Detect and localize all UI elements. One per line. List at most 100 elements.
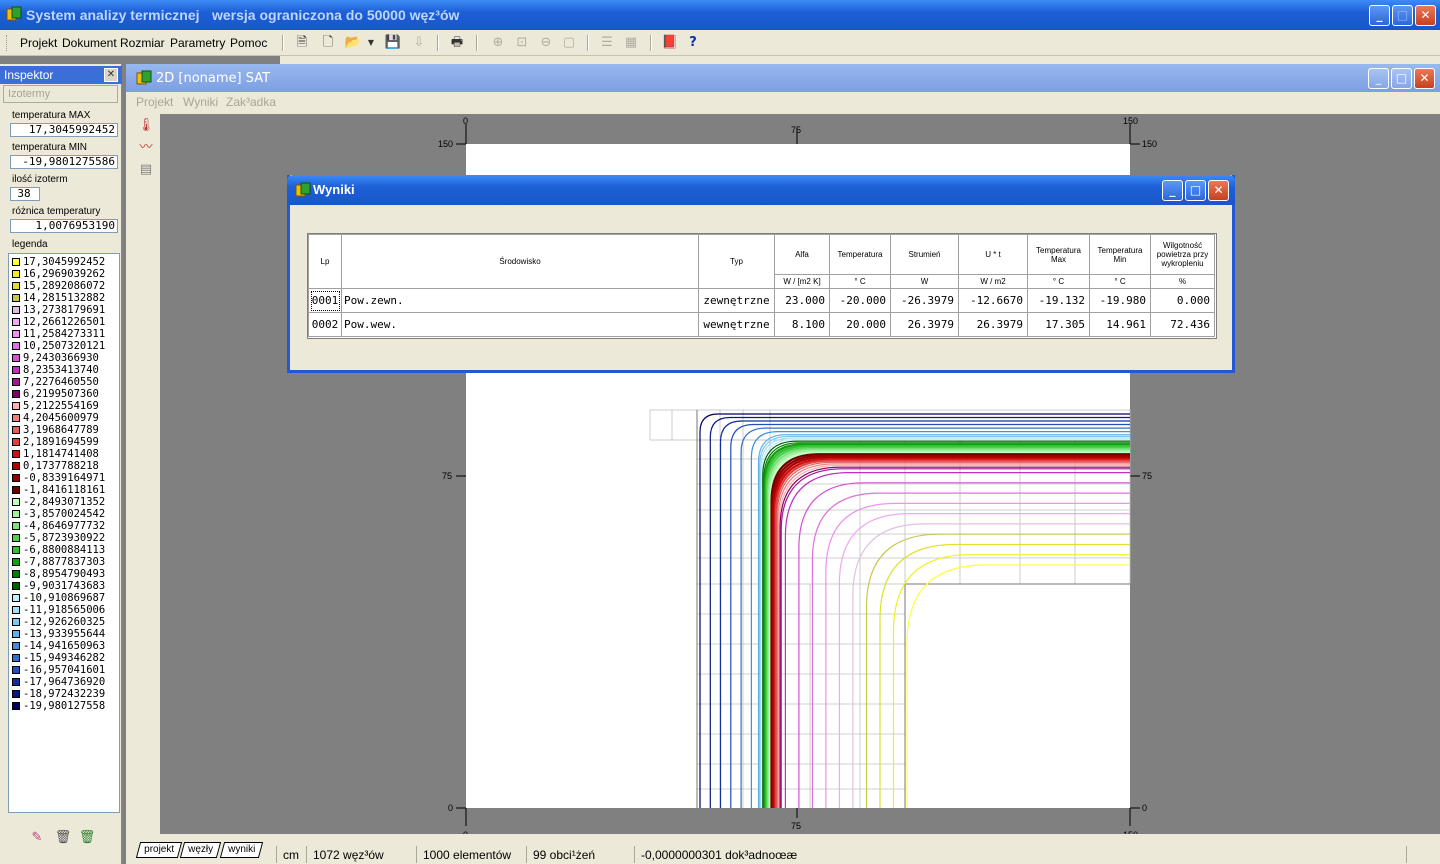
isotherm-count-field[interactable]: 38 bbox=[10, 187, 40, 201]
legend-item: -0,8339164971 bbox=[12, 472, 105, 484]
menu-dokument[interactable]: Dokument bbox=[62, 36, 117, 50]
unit-temperatura-max: ° C bbox=[1027, 274, 1090, 289]
grid-icon[interactable]: ▤ bbox=[136, 160, 156, 180]
legend-swatch bbox=[12, 426, 20, 434]
legend-value: 3,1968647789 bbox=[23, 424, 99, 436]
label-temperature-max: temperatura MAX bbox=[12, 110, 91, 121]
maximize-button[interactable]: □ bbox=[1392, 5, 1413, 26]
cell-typ[interactable]: wewnętrzne bbox=[698, 312, 775, 337]
print-icon[interactable]: 🖶 bbox=[447, 34, 467, 52]
cell-temperatura[interactable]: 20.000 bbox=[829, 312, 891, 337]
zoom-fit-icon[interactable]: ⊡ bbox=[512, 34, 532, 52]
legend-value: -17,964736920 bbox=[23, 676, 106, 688]
legend-item: 17,3045992452 bbox=[12, 256, 105, 268]
cell-temperatura-max[interactable]: -19.132 bbox=[1027, 288, 1090, 313]
new-doc2-icon[interactable]: 🗋 bbox=[318, 34, 338, 52]
cell-ut[interactable]: -12.6670 bbox=[958, 288, 1028, 313]
legend-swatch bbox=[12, 522, 20, 530]
cell-strumien[interactable]: -26.3979 bbox=[890, 288, 959, 313]
legend-item: 2,1891694599 bbox=[12, 436, 99, 448]
cell-ut[interactable]: 26.3979 bbox=[958, 312, 1028, 337]
open-folder-icon[interactable]: 📂 bbox=[343, 34, 363, 52]
temperature-difference-field[interactable]: 1,0076953190 bbox=[10, 219, 118, 233]
thermometer-icon[interactable]: 🌡 bbox=[136, 116, 156, 136]
doc-menu-zakladka[interactable]: Zak³adka bbox=[226, 95, 276, 109]
legend-item: -5,8723930922 bbox=[12, 532, 105, 544]
doc-minimize-button[interactable]: _ bbox=[1368, 68, 1389, 89]
dropdown-icon[interactable]: ▼ bbox=[365, 34, 377, 52]
label-temperature-difference: różnica temperatury bbox=[12, 206, 101, 217]
cell-typ[interactable]: zewnętrzne bbox=[698, 288, 775, 313]
trash-icon[interactable]: 🗑 bbox=[54, 830, 72, 848]
doc-maximize-button[interactable]: □ bbox=[1391, 68, 1412, 89]
legend-value: -4,8646977732 bbox=[23, 520, 106, 532]
calc-icon[interactable]: ▦ bbox=[621, 34, 641, 52]
legend-value: -10,910869687 bbox=[23, 592, 106, 604]
doc-close-button[interactable]: ✕ bbox=[1414, 68, 1435, 89]
close-button[interactable]: ✕ bbox=[1415, 5, 1436, 26]
dialog-maximize-button[interactable]: □ bbox=[1185, 180, 1206, 201]
results-dialog-title: Wyniki bbox=[313, 182, 355, 197]
legend-swatch bbox=[12, 678, 20, 686]
cell-temperatura-min[interactable]: -19.980 bbox=[1089, 288, 1151, 313]
chart-line-icon[interactable]: 〰 bbox=[136, 138, 156, 158]
tab-wyniki[interactable]: wyniki bbox=[219, 842, 264, 858]
menu-rozmiar[interactable]: Rozmiar bbox=[120, 36, 165, 50]
legend-value: 14,2815132882 bbox=[23, 292, 106, 304]
zoom-window-icon[interactable]: ▢ bbox=[559, 34, 579, 52]
tab-projekt[interactable]: projekt bbox=[135, 842, 183, 858]
legend-item: -3,8570024542 bbox=[12, 508, 105, 520]
header-typ: Typ bbox=[698, 234, 775, 289]
brush-icon[interactable]: ✎ bbox=[28, 830, 46, 848]
cell-srodowisko[interactable]: Pow.zewn. bbox=[341, 288, 699, 313]
legend-value: -3,8570024542 bbox=[23, 508, 106, 520]
minimize-button[interactable]: _ bbox=[1369, 5, 1390, 26]
cell-lp[interactable]: 0002 bbox=[308, 312, 342, 337]
zoom-in-icon[interactable]: ⊕ bbox=[488, 34, 508, 52]
new-doc-icon[interactable]: 🗎 bbox=[292, 34, 312, 52]
legend-item: -10,910869687 bbox=[12, 592, 105, 604]
legend-item: 3,1968647789 bbox=[12, 424, 99, 436]
legend-item: 16,2969039262 bbox=[12, 268, 105, 280]
legend-swatch bbox=[12, 318, 20, 326]
help-icon[interactable]: ? bbox=[683, 34, 703, 52]
book-icon[interactable]: 📕 bbox=[660, 34, 680, 52]
export-icon[interactable]: ⇩ bbox=[409, 34, 429, 52]
cell-srodowisko[interactable]: Pow.wew. bbox=[341, 312, 699, 337]
legend-value: 8,2353413740 bbox=[23, 364, 99, 376]
temperature-max-field[interactable]: 17,3045992452 bbox=[10, 123, 118, 137]
dialog-close-button[interactable]: ✕ bbox=[1208, 180, 1229, 201]
dialog-minimize-button[interactable]: _ bbox=[1162, 180, 1183, 201]
cell-alfa[interactable]: 8.100 bbox=[774, 312, 830, 337]
table-row[interactable]: 0002 Pow.wew. wewnętrzne 8.100 20.000 26… bbox=[308, 312, 1215, 337]
legend-item: 14,2815132882 bbox=[12, 292, 105, 304]
menu-parametry[interactable]: Parametry bbox=[170, 36, 225, 50]
legend-item: -7,8877837303 bbox=[12, 556, 105, 568]
header-srodowisko: Środowisko bbox=[341, 234, 699, 289]
tab-wezly[interactable]: węzły bbox=[179, 842, 222, 858]
cell-temperatura[interactable]: -20.000 bbox=[829, 288, 891, 313]
zoom-out-icon[interactable]: ⊖ bbox=[536, 34, 556, 52]
cell-lp[interactable]: 0001 bbox=[308, 288, 342, 313]
doc-menu-projekt[interactable]: Projekt bbox=[136, 95, 173, 109]
cell-alfa[interactable]: 23.000 bbox=[774, 288, 830, 313]
legend-item: 13,2738179691 bbox=[12, 304, 105, 316]
cell-strumien[interactable]: 26.3979 bbox=[890, 312, 959, 337]
trash-green-icon[interactable]: 🗑 bbox=[78, 830, 96, 848]
tab-izotermy[interactable]: Izotermy bbox=[3, 85, 118, 103]
save-icon[interactable]: 💾 bbox=[383, 34, 403, 52]
legend-item: 0,1737788218 bbox=[12, 460, 99, 472]
temperature-min-field[interactable]: -19,9801275586 bbox=[10, 155, 118, 169]
legend-item: -19,980127558 bbox=[12, 700, 105, 712]
cell-wilgotnosc[interactable]: 0.000 bbox=[1150, 288, 1215, 313]
cell-temperatura-min[interactable]: 14.961 bbox=[1089, 312, 1151, 337]
legend-item: 15,2892086072 bbox=[12, 280, 105, 292]
cell-wilgotnosc[interactable]: 72.436 bbox=[1150, 312, 1215, 337]
menu-pomoc[interactable]: Pomoc bbox=[230, 36, 267, 50]
menu-projekt[interactable]: Projekt bbox=[20, 36, 57, 50]
inspector-close-icon[interactable]: ✕ bbox=[104, 68, 118, 82]
list-icon[interactable]: ☰ bbox=[597, 34, 617, 52]
cell-temperatura-max[interactable]: 17.305 bbox=[1027, 312, 1090, 337]
doc-menu-wyniki[interactable]: Wyniki bbox=[183, 95, 218, 109]
table-row[interactable]: 0001 Pow.zewn. zewnętrzne 23.000 -20.000… bbox=[308, 288, 1215, 313]
